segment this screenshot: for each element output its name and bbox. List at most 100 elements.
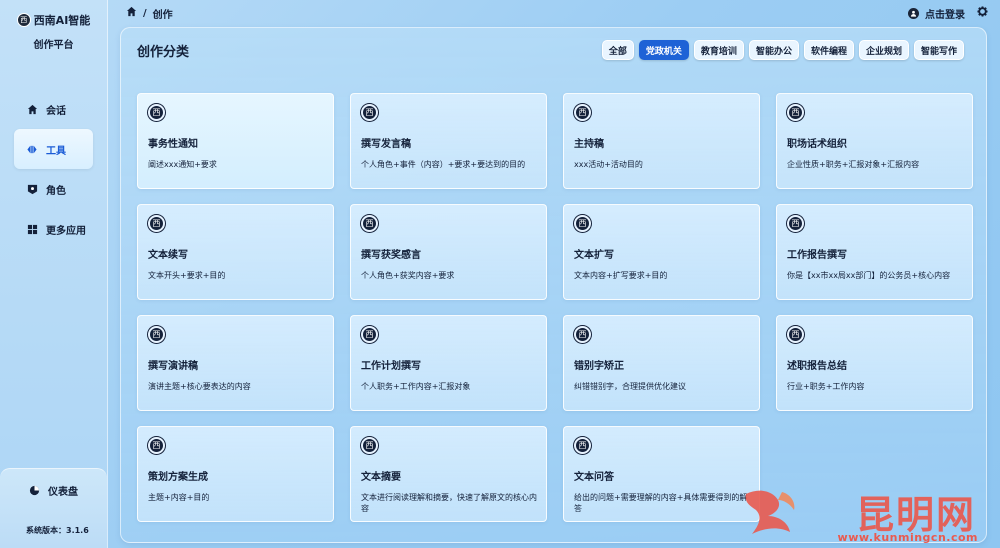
- tool-badge-icon: 西: [361, 104, 378, 121]
- topbar-actions: 点击登录: [908, 6, 988, 21]
- tool-badge-icon: 西: [361, 326, 378, 343]
- tool-card[interactable]: 西撰写演讲稿演讲主题+核心要表达的内容: [137, 315, 334, 411]
- watermark-logo-icon: [745, 490, 795, 534]
- tool-badge-icon: 西: [148, 215, 165, 232]
- tab-programming[interactable]: 软件编程: [803, 40, 854, 60]
- tool-card-grid: 西事务性通知 阐述xxx通知+要求 西撰写发言稿 个人角色+事件（内容）+要求+要达…: [137, 93, 973, 522]
- tool-badge-icon: 西: [148, 104, 165, 121]
- card-title: 文本摘要: [361, 472, 401, 483]
- card-desc: 主题+内容+目的: [148, 493, 210, 502]
- card-title: 职场话术组织: [787, 139, 847, 150]
- card-title: 策划方案生成: [148, 472, 208, 483]
- user-icon: [908, 7, 919, 19]
- watermark-url: www.kunmingcn.com: [837, 531, 978, 544]
- tool-card[interactable]: 西事务性通知阐述xxx通知+要求: [137, 93, 334, 189]
- tab-all[interactable]: 全部: [601, 40, 634, 60]
- tool-badge-icon: 西: [361, 215, 378, 232]
- brand-subtitle: 创作平台: [33, 40, 74, 51]
- sidebar-nav: 会话 工具 角色 更多应用: [0, 89, 107, 249]
- tool-card[interactable]: 西文本问答给出的问题+需要理解的内容+具体需要得到的解答: [563, 426, 760, 522]
- tool-badge-icon: 西: [361, 437, 378, 454]
- card-desc: 文本进行阅读理解和摘要，快速了解原文的核心内容: [361, 493, 537, 514]
- card-desc: 企业性质+职务+汇报对象+汇报内容: [787, 160, 920, 169]
- tool-card[interactable]: 西错别字矫正纠错错别字，合理提供优化建议: [563, 315, 760, 411]
- tool-card[interactable]: 西述职报告总结行业+职务+工作内容: [776, 315, 973, 411]
- sidebar-item-roles[interactable]: 角色: [14, 169, 93, 209]
- tab-smart-writing[interactable]: 智能写作: [913, 40, 964, 60]
- card-title: 文本问答: [574, 472, 614, 483]
- tool-card[interactable]: 西文本续写文本开头+要求+目的: [137, 204, 334, 300]
- category-tabs: 全部 党政机关 教育培训 智能办公 软件编程 企业规划 智能写作: [601, 40, 964, 60]
- tools-icon: [26, 143, 38, 155]
- card-title: 撰写发言稿: [361, 139, 411, 150]
- sidebar-item-label: 会话: [46, 105, 66, 117]
- tool-badge-icon: 西: [148, 437, 165, 454]
- sidebar: 西 西南AI智能 创作平台 会话 工具 角色 更多应用 仪表盘 系统版本：3.1…: [0, 0, 108, 548]
- home-icon[interactable]: [126, 6, 137, 20]
- tool-card[interactable]: 西主持稿 xxx活动+活动目的: [563, 93, 760, 189]
- login-link[interactable]: 点击登录: [925, 6, 965, 21]
- tool-card[interactable]: 西策划方案生成 主题+内容+目的: [137, 426, 334, 522]
- sidebar-item-dashboard[interactable]: 仪表盘: [0, 469, 107, 498]
- sidebar-item-more-apps[interactable]: 更多应用: [14, 209, 93, 249]
- sidebar-item-label: 角色: [46, 185, 66, 197]
- card-desc: xxx活动+活动目的: [574, 160, 643, 169]
- tab-education[interactable]: 教育培训: [693, 40, 744, 60]
- sidebar-item-chat[interactable]: 会话: [14, 89, 93, 129]
- dashboard-label: 仪表盘: [48, 487, 78, 498]
- card-title: 述职报告总结: [787, 361, 847, 372]
- card-title: 撰写演讲稿: [148, 361, 198, 372]
- tool-card[interactable]: 西工作报告撰写你是【xx市xx局xx部门】的公务员+核心内容: [776, 204, 973, 300]
- card-title: 文本续写: [148, 250, 188, 261]
- card-desc: 给出的问题+需要理解的内容+具体需要得到的解答: [574, 493, 748, 514]
- main-panel: 创作分类 全部 党政机关 教育培训 智能办公 软件编程 企业规划 智能写作 西事…: [120, 27, 987, 543]
- sidebar-item-label: 工具: [46, 145, 66, 157]
- apps-icon: [26, 223, 38, 235]
- card-desc: 阐述xxx通知+要求: [148, 160, 217, 169]
- tool-card[interactable]: 西撰写发言稿 个人角色+事件（内容）+要求+要达到的目的: [350, 93, 547, 189]
- card-desc: 个人角色+获奖内容+要求: [361, 271, 455, 280]
- tool-card[interactable]: 西职场话术组织企业性质+职务+汇报对象+汇报内容: [776, 93, 973, 189]
- sidebar-item-tools[interactable]: 工具: [14, 129, 93, 169]
- tab-party-gov[interactable]: 党政机关: [638, 40, 689, 60]
- sidebar-item-label: 更多应用: [46, 225, 86, 237]
- tool-badge-icon: 西: [574, 437, 591, 454]
- tab-enterprise-planning[interactable]: 企业规划: [858, 40, 909, 60]
- card-desc: 文本开头+要求+目的: [148, 271, 226, 280]
- role-icon: [26, 183, 38, 195]
- card-desc: 演讲主题+核心要表达的内容: [148, 382, 251, 391]
- tool-badge-icon: 西: [787, 104, 804, 121]
- site-watermark: 昆明网 www.kunmingcn.com: [738, 484, 988, 544]
- card-desc: 纠错错别字，合理提供优化建议: [574, 382, 686, 391]
- settings-gear-icon[interactable]: [977, 6, 988, 20]
- brand-name: 西南AI智能: [33, 14, 91, 27]
- card-title: 主持稿: [574, 139, 604, 150]
- breadcrumb: / 创作: [120, 6, 173, 21]
- tool-card[interactable]: 西文本摘要文本进行阅读理解和摘要，快速了解原文的核心内容: [350, 426, 547, 522]
- tab-smart-office[interactable]: 智能办公: [748, 40, 799, 60]
- version-text: 系统版本：3.1.6: [26, 526, 89, 535]
- card-title: 工作报告撰写: [787, 250, 847, 261]
- card-desc: 个人职务+工作内容+汇报对象: [361, 382, 471, 391]
- tool-badge-icon: 西: [574, 104, 591, 121]
- home-icon: [26, 103, 38, 115]
- tool-badge-icon: 西: [574, 326, 591, 343]
- brand-logo-icon: 西: [16, 13, 31, 27]
- card-title: 错别字矫正: [574, 361, 624, 372]
- card-desc: 文本内容+扩写要求+目的: [574, 271, 668, 280]
- tool-badge-icon: 西: [787, 215, 804, 232]
- card-desc: 行业+职务+工作内容: [787, 382, 865, 391]
- tool-card[interactable]: 西撰写获奖感言 个人角色+获奖内容+要求: [350, 204, 547, 300]
- tool-card[interactable]: 西工作计划撰写个人职务+工作内容+汇报对象: [350, 315, 547, 411]
- brand: 西 西南AI智能 创作平台: [0, 0, 107, 51]
- tool-card[interactable]: 西文本扩写 文本内容+扩写要求+目的: [563, 204, 760, 300]
- tool-badge-icon: 西: [574, 215, 591, 232]
- card-desc: 你是【xx市xx局xx部门】的公务员+核心内容: [787, 271, 951, 280]
- tool-badge-icon: 西: [787, 326, 804, 343]
- sidebar-bottom-panel: 仪表盘 系统版本：3.1.6: [0, 468, 107, 548]
- card-title: 事务性通知: [148, 139, 198, 150]
- card-title: 工作计划撰写: [361, 361, 421, 372]
- topbar: / 创作 点击登录: [120, 0, 988, 26]
- dashboard-icon: [28, 485, 40, 497]
- tool-badge-icon: 西: [148, 326, 165, 343]
